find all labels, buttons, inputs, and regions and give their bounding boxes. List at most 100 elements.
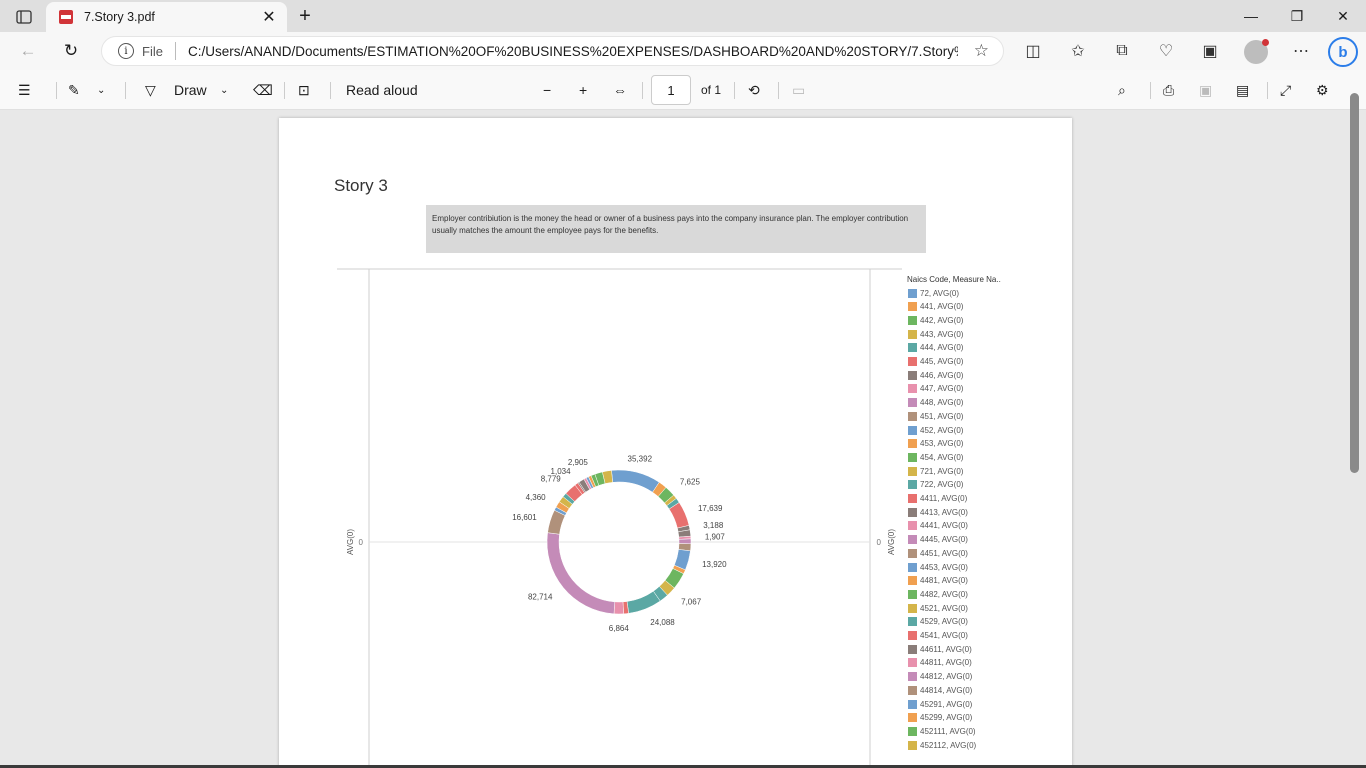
url-text[interactable]: C:/Users/ANAND/Documents/ESTIMATION%20OF…	[188, 44, 958, 59]
legend-item[interactable]: 44814, AVG(0)	[908, 684, 972, 696]
page-view-icon[interactable]: ▭	[792, 78, 805, 102]
legend-item[interactable]: 4451, AVG(0)	[908, 547, 968, 559]
address-bar[interactable]: i File C:/Users/ANAND/Documents/ESTIMATI…	[101, 36, 1004, 66]
settings-gear-icon[interactable]: ⚙	[1316, 78, 1329, 102]
info-icon[interactable]: i	[118, 43, 134, 59]
new-tab-button[interactable]: +	[294, 5, 316, 27]
legend-item[interactable]: 443, AVG(0)	[908, 328, 963, 340]
read-aloud-button[interactable]: Read aloud	[346, 78, 418, 102]
legend-item[interactable]: 4541, AVG(0)	[908, 630, 968, 642]
close-tab-icon[interactable]: ✕	[259, 7, 279, 27]
slice-value-label: 8,779	[541, 475, 562, 484]
fit-to-page-icon[interactable]: ⇔	[613, 78, 627, 102]
rotate-icon[interactable]: ⟲	[748, 78, 760, 102]
search-icon[interactable]: ⌕	[1118, 78, 1126, 102]
minimize-icon[interactable]: —	[1228, 0, 1274, 32]
collections-icon[interactable]: ⧉	[1108, 37, 1136, 65]
contents-icon[interactable]: ☰	[18, 78, 31, 102]
slice-value-label: 7,625	[680, 477, 701, 486]
legend-item[interactable]: 4482, AVG(0)	[908, 588, 968, 600]
text-box-icon[interactable]: ⊡	[298, 78, 310, 102]
pdf-toolbar: ☰ ✎ ⌄ ▽ Draw ⌄ ⌫ ⊡ Read aloud − + ⇔ 1 of…	[0, 70, 1366, 110]
legend-item[interactable]: 4411, AVG(0)	[908, 493, 967, 505]
legend-item[interactable]: 722, AVG(0)	[908, 479, 963, 491]
legend-item[interactable]: 4413, AVG(0)	[908, 506, 968, 518]
legend-item[interactable]: 446, AVG(0)	[908, 369, 963, 381]
legend-item[interactable]: 4529, AVG(0)	[908, 616, 968, 628]
legend-label: 446, AVG(0)	[920, 370, 964, 380]
save-icon[interactable]: ▣	[1199, 78, 1212, 102]
legend-item[interactable]: 4521, AVG(0)	[908, 602, 968, 614]
scrollbar-thumb[interactable]	[1350, 93, 1359, 473]
legend-item[interactable]: 447, AVG(0)	[908, 383, 963, 395]
back-icon[interactable]: ←	[14, 37, 42, 65]
legend-item[interactable]: 451, AVG(0)	[908, 410, 963, 422]
legend-swatch	[908, 398, 917, 408]
legend-item[interactable]: 441, AVG(0)	[908, 301, 963, 313]
zoom-out-icon[interactable]: −	[543, 78, 551, 102]
legend-item[interactable]: 45291, AVG(0)	[908, 698, 972, 710]
legend-item[interactable]: 721, AVG(0)	[908, 465, 963, 477]
legend-label: 44812, AVG(0)	[920, 672, 973, 682]
legend-item[interactable]: 448, AVG(0)	[908, 397, 963, 409]
legend-swatch	[908, 576, 917, 586]
legend-item[interactable]: 453, AVG(0)	[908, 438, 963, 450]
favorites-icon[interactable]: ✩	[1064, 37, 1092, 65]
donut-slice[interactable]	[613, 601, 624, 615]
save-as-icon[interactable]: ▤	[1236, 78, 1249, 102]
legend-item[interactable]: 44811, AVG(0)	[908, 657, 972, 669]
print-icon[interactable]: ⎙	[1163, 78, 1174, 102]
sidebar-icon[interactable]: ▣	[1196, 37, 1224, 65]
pdf-page: Story 3 Employer contribiution is the mo…	[279, 118, 1072, 768]
tab-pdf[interactable]: 7.Story 3.pdf ✕	[46, 2, 287, 32]
legend-item[interactable]: 442, AVG(0)	[908, 314, 963, 326]
legend-item[interactable]: 4453, AVG(0)	[908, 561, 968, 573]
legend-item[interactable]: 44812, AVG(0)	[908, 671, 972, 683]
copilot-icon[interactable]: b	[1328, 37, 1358, 67]
legend-item[interactable]: 45299, AVG(0)	[908, 712, 972, 724]
fullscreen-icon[interactable]: ⤢	[1280, 78, 1291, 102]
highlight-icon[interactable]: ✎	[68, 78, 80, 102]
legend-item[interactable]: 44611, AVG(0)	[908, 643, 972, 655]
legend-item[interactable]: 4441, AVG(0)	[908, 520, 968, 532]
restore-icon[interactable]: ❐	[1274, 0, 1320, 32]
legend-swatch	[908, 535, 917, 545]
page-total: of 1	[701, 83, 722, 97]
legend-item[interactable]: 452, AVG(0)	[908, 424, 963, 436]
split-screen-icon[interactable]: ◫	[1019, 37, 1047, 65]
donut-slice[interactable]	[678, 538, 692, 545]
legend-swatch	[908, 507, 917, 517]
highlight-dropdown-icon[interactable]: ⌄	[97, 78, 105, 102]
legend-item[interactable]: 452111, AVG(0)	[908, 725, 976, 737]
favorite-star-icon[interactable]: ☆	[974, 41, 989, 61]
draw-dropdown-icon[interactable]: ⌄	[220, 78, 228, 102]
browser-essentials-icon[interactable]: ♡	[1152, 37, 1180, 65]
zoom-in-icon[interactable]: +	[579, 78, 587, 102]
legend-item[interactable]: 4481, AVG(0)	[908, 575, 968, 587]
legend-item[interactable]: 72, AVG(0)	[908, 287, 959, 299]
donut-slice[interactable]	[626, 590, 661, 614]
legend-item[interactable]: 4445, AVG(0)	[908, 534, 968, 546]
page-number-input[interactable]: 1	[651, 75, 691, 105]
draw-button[interactable]: Draw	[174, 78, 207, 102]
legend-item[interactable]: 444, AVG(0)	[908, 342, 963, 354]
legend-title: Naics Code, Measure Na..	[907, 275, 1001, 284]
refresh-icon[interactable]: ↻	[57, 37, 85, 65]
address-scheme: File	[142, 43, 163, 59]
tab-actions-icon[interactable]	[10, 6, 38, 28]
more-options-icon[interactable]: ⋯	[1287, 37, 1315, 65]
draw-icon[interactable]: ▽	[145, 78, 156, 102]
eraser-icon[interactable]: ⌫	[253, 78, 273, 102]
legend-item[interactable]: 452112, AVG(0)	[908, 739, 976, 751]
legend-label: 45299, AVG(0)	[920, 713, 973, 723]
legend-item[interactable]: 454, AVG(0)	[908, 451, 963, 463]
legend-label: 45291, AVG(0)	[920, 699, 973, 709]
legend-label: 451, AVG(0)	[920, 411, 964, 421]
legend-item[interactable]: 445, AVG(0)	[908, 356, 963, 368]
close-window-icon[interactable]: ✕	[1320, 0, 1366, 32]
donut-slice[interactable]	[546, 532, 616, 615]
legend-label: 4445, AVG(0)	[920, 535, 968, 545]
legend-label: 441, AVG(0)	[920, 302, 964, 312]
legend-label: 44814, AVG(0)	[920, 685, 973, 695]
donut-slice[interactable]	[611, 469, 660, 493]
